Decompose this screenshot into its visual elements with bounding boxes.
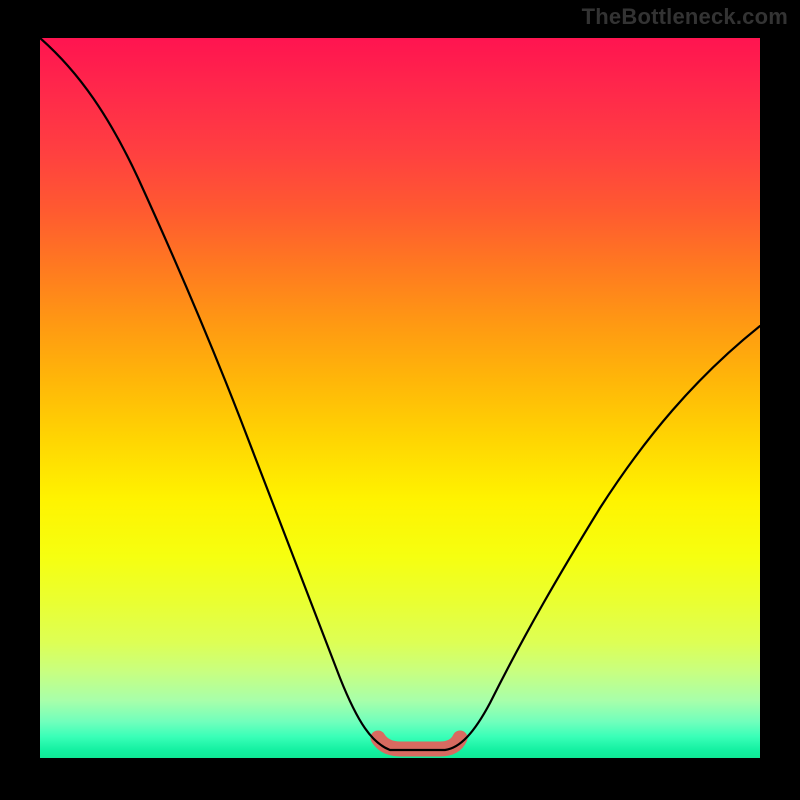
chart-container: TheBottleneck.com [0,0,800,800]
watermark-text: TheBottleneck.com [582,4,788,30]
plot-area [40,38,760,758]
trough-highlight [378,738,460,749]
bottleneck-curve-svg [40,38,760,758]
bottleneck-curve [40,38,760,750]
